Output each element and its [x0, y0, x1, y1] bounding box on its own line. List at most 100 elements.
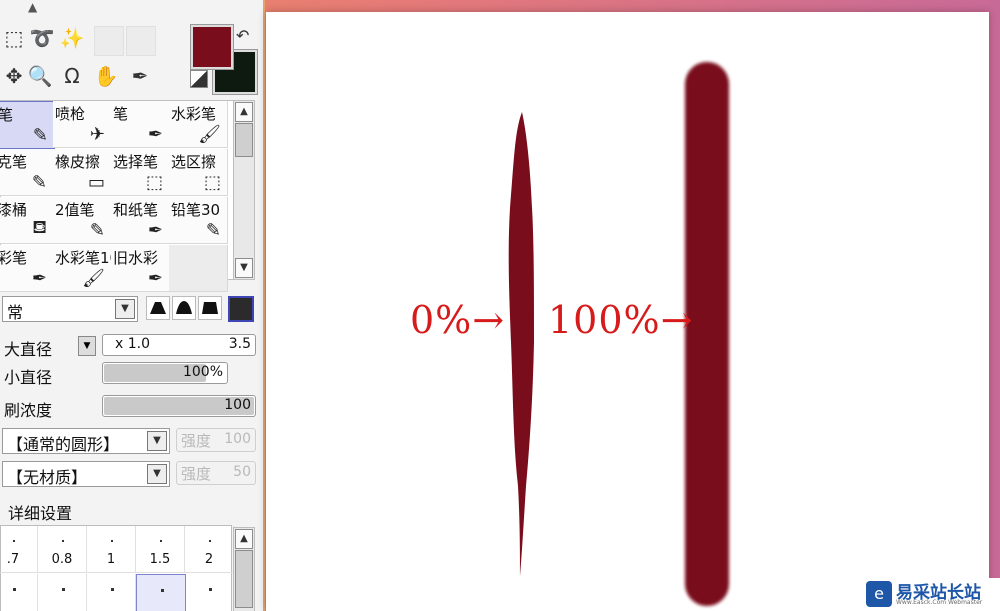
label-0-percent: 0%→	[410, 298, 506, 342]
brush-icon: ✎	[205, 220, 221, 241]
brush-tool-cell[interactable]: 2值笔 ✎	[53, 197, 112, 244]
scroll-thumb[interactable]	[235, 550, 253, 608]
blend-mode-dropdown[interactable]: 常 ▼	[2, 296, 138, 322]
size-preset-cell[interactable]: 0.8	[38, 526, 87, 573]
brush-tool-label: 选择笔	[113, 153, 159, 171]
size-preset-value: 1.5	[149, 552, 171, 567]
density-value: 100	[224, 397, 251, 413]
size-preset-cell[interactable]	[0, 574, 38, 611]
size-grid-scrollbar[interactable]: ▲	[233, 527, 255, 611]
scroll-thumb[interactable]	[235, 123, 253, 157]
blend-mode-value: 常	[7, 303, 24, 322]
brush-tool-cell[interactable]: 喷枪 ✈	[53, 101, 112, 148]
brush-icon: 🖌	[198, 124, 221, 145]
size-preset-cell[interactable]	[185, 574, 234, 611]
rotate-icon[interactable]: Ω	[58, 62, 86, 90]
zoom-icon[interactable]: 🔍	[26, 62, 54, 90]
foreground-color-swatch[interactable]	[191, 25, 233, 69]
brush-tool-label: 2值笔	[55, 201, 95, 219]
brush-icon: ✒	[147, 124, 163, 145]
brush-tool-cell[interactable]: 橡皮擦 ▭	[53, 149, 112, 196]
size-dot-icon	[62, 540, 64, 542]
texture-strength-field: 强度 50	[176, 461, 256, 485]
empty-brush-slot	[169, 245, 228, 292]
min-size-value: 100%	[182, 364, 223, 380]
strength-value: 100	[224, 431, 251, 447]
brush-tool-cell[interactable]: 铅笔30 ✎	[169, 197, 228, 244]
hardness-hard-button[interactable]	[146, 296, 170, 320]
texture-value: 【无材质】	[7, 468, 88, 487]
label-100-percent: 100%→	[548, 298, 694, 342]
brush-tool-label: 笔	[0, 104, 13, 125]
hardness-flat-button[interactable]	[228, 296, 254, 322]
brush-tool-label: 橡皮擦	[55, 153, 101, 171]
size-value: 3.5	[228, 336, 251, 352]
lasso-icon[interactable]: ➰	[28, 24, 56, 52]
min-size-slider[interactable]: 100%	[102, 362, 228, 384]
size-preset-value: 1	[106, 552, 116, 567]
brush-tool-label: 铅笔30	[171, 201, 221, 219]
brush-tool-cell[interactable]: 选择笔 ⬚	[111, 149, 170, 196]
density-label: 刷浓度	[4, 401, 53, 420]
detail-settings-label[interactable]: 详细设置	[8, 500, 72, 524]
brush-tool-cell[interactable]: 水彩笔 🖌	[169, 101, 228, 148]
brush-tool-cell[interactable]: 旧水彩 ✒	[111, 245, 170, 292]
texture-dropdown[interactable]: 【无材质】 ▼	[2, 461, 170, 487]
brush-tool-cell[interactable]: 克笔 ✎	[0, 149, 54, 196]
scroll-up-arrow-icon[interactable]: ▲	[28, 0, 37, 14]
brush-tool-cell[interactable]: 彩笔 ✒	[0, 245, 54, 292]
swap-colors-icon[interactable]: ↶	[236, 26, 249, 45]
size-multiplier-dropdown[interactable]: ▼	[78, 336, 96, 356]
brush-tool-cell[interactable]: 选区擦 ⬚	[169, 149, 228, 196]
brush-tool-cell[interactable]: 水彩笔10版 🖌	[53, 245, 134, 292]
size-slider[interactable]: x 1.0 3.5	[102, 334, 256, 356]
size-preset-cell[interactable]	[136, 574, 186, 611]
density-slider[interactable]: 100	[102, 395, 256, 417]
size-preset-cell[interactable]: 1.5	[136, 526, 185, 573]
reset-colors-icon[interactable]	[190, 70, 208, 88]
size-preset-cell[interactable]: 2	[185, 526, 234, 573]
size-preset-value: 2	[204, 552, 214, 567]
site-logo-icon: e	[866, 581, 892, 607]
size-preset-cell[interactable]: 1	[87, 526, 136, 573]
brush-grid-scrollbar[interactable]: ▲ ▼	[233, 100, 255, 280]
empty-tool-slot	[94, 26, 124, 56]
brush-shape-dropdown[interactable]: 【通常的圆形】 ▼	[2, 428, 170, 454]
brush-shape-value: 【通常的圆形】	[7, 435, 120, 454]
chevron-down-icon: ▼	[147, 431, 167, 451]
hardness-medium-button[interactable]	[172, 296, 196, 320]
tapered-stroke-0-percent	[508, 112, 534, 576]
size-dot-icon	[13, 540, 15, 542]
size-preset-cell[interactable]: .7	[0, 526, 38, 573]
hand-icon[interactable]: ✋	[92, 62, 120, 90]
size-dot-icon	[111, 540, 113, 542]
brush-icon: ✈	[89, 124, 105, 145]
size-preset-cell[interactable]	[38, 574, 87, 611]
move-icon[interactable]: ✥	[0, 62, 28, 90]
magic-wand-icon[interactable]: ✨	[58, 24, 86, 52]
scroll-up-icon[interactable]: ▲	[235, 102, 253, 122]
size-dot-icon	[62, 588, 65, 591]
brush-tool-cell[interactable]: 和纸笔 ✒	[111, 197, 170, 244]
eyedropper-icon[interactable]: ✒	[126, 62, 154, 90]
brush-tool-cell[interactable]: 漆桶 ⛾	[0, 197, 54, 244]
drawing-canvas[interactable]: 0%→ 100%→	[266, 12, 989, 611]
brush-tool-label: 和纸笔	[113, 201, 159, 219]
scroll-down-icon[interactable]: ▼	[235, 258, 253, 278]
hardness-soft-button[interactable]	[198, 296, 222, 320]
brush-icon: ✒	[147, 268, 163, 289]
brush-icon: 🖌	[82, 268, 105, 289]
rect-select-icon[interactable]: ⬚	[0, 24, 28, 52]
size-preset-cell[interactable]	[87, 574, 136, 611]
tool-icons: ⬚ ➰ ✨ ✥ 🔍 Ω ✋ ✒	[0, 24, 190, 96]
size-dot-icon	[160, 540, 162, 542]
brush-tool-cell[interactable]: 笔✎	[0, 101, 55, 149]
size-multiplier: x 1.0	[115, 336, 150, 352]
watermark-subtitle: Www.Easck.Com Webmaster	[896, 599, 983, 606]
brush-tool-label: 彩笔	[0, 249, 28, 267]
brush-icon: ✎	[89, 220, 105, 241]
brush-tool-cell[interactable]: 笔 ✒	[111, 101, 170, 148]
min-size-label: 小直径	[4, 368, 53, 387]
chevron-down-icon: ▼	[115, 299, 135, 319]
scroll-up-icon[interactable]: ▲	[235, 529, 253, 549]
